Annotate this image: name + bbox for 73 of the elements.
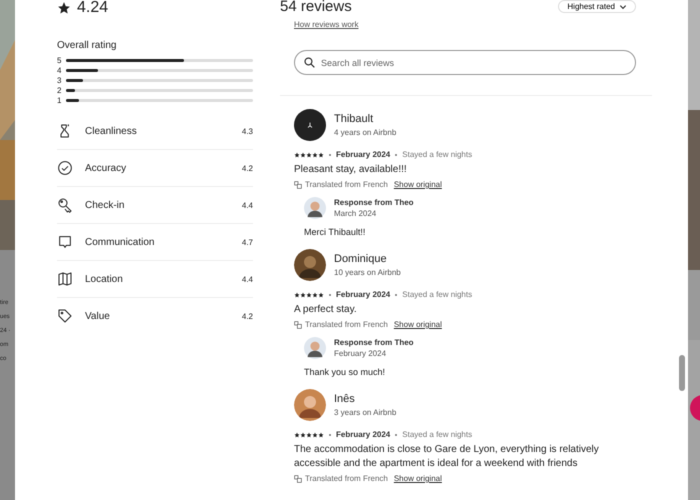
- translation-note: Translated from French: [305, 474, 388, 483]
- stay-length: Stayed a few nights: [402, 430, 472, 439]
- category-name: Location: [85, 274, 124, 284]
- rating-value: 4.24: [77, 0, 108, 17]
- review-date: February 2024: [336, 430, 390, 439]
- show-original-link[interactable]: Show original: [394, 180, 442, 189]
- overall-rating-label: Overall rating: [57, 40, 118, 51]
- scrollbar[interactable]: [679, 355, 685, 391]
- separator-dot: [329, 434, 331, 436]
- separator-dot: [395, 434, 398, 436]
- reviewer-tenure: 3 years on Airbnb: [334, 408, 396, 417]
- how-reviews-work-link[interactable]: How reviews work: [294, 20, 358, 29]
- stay-length: Stayed a few nights: [402, 150, 472, 159]
- review-date: February 2024: [336, 290, 390, 299]
- reviewer-name: Thibault: [334, 113, 374, 125]
- separator-dot: [395, 294, 398, 296]
- reviewer-tenure: 4 years on Airbnb: [334, 128, 396, 137]
- review-text: The accommodation is close to Gare de Lyon, everything is relatively accessible and the apartment is ideal for a weekend with friends: [294, 443, 600, 471]
- show-original-link[interactable]: Show original: [394, 320, 442, 329]
- category-score: 4.4: [242, 200, 253, 210]
- checkmark-circle-icon: [57, 160, 73, 176]
- star-icon: [57, 1, 71, 15]
- category-name: Value: [85, 310, 111, 322]
- chevron-down-icon: [619, 2, 627, 10]
- response-text: Thank you so much!: [304, 367, 386, 377]
- speech-bubble-icon: [57, 234, 73, 250]
- star-count-label: 1: [57, 96, 61, 104]
- translation-note: Translated from French: [305, 320, 388, 329]
- translate-icon: [294, 474, 302, 482]
- reviewer-name: Dominique: [334, 253, 388, 265]
- reviewer-name: Inês: [334, 393, 356, 405]
- category-name: Accuracy: [85, 162, 128, 174]
- review-date: February 2024: [336, 150, 390, 159]
- search-icon: [304, 57, 315, 68]
- avatar: [304, 197, 326, 219]
- translation-note: Translated from French: [305, 180, 388, 189]
- reviews-title: 54 reviews: [280, 0, 353, 14]
- translate-icon: [294, 180, 302, 188]
- star-count-label: 4: [57, 66, 61, 74]
- category-name: Cleanliness: [85, 126, 138, 136]
- key-icon: [57, 197, 73, 213]
- show-original-link[interactable]: Show original: [394, 474, 442, 483]
- avatar: [294, 389, 326, 421]
- map-icon: [57, 271, 73, 287]
- star-count-label: 5: [57, 56, 61, 64]
- separator-dot: [395, 154, 398, 156]
- response-title: Response from Theo: [334, 198, 414, 207]
- category-score: 4.2: [242, 164, 253, 172]
- category-score: 4.3: [242, 126, 253, 136]
- category-score: 4.4: [242, 274, 253, 284]
- sort-dropdown[interactable]: Highest rated: [558, 0, 636, 13]
- translate-icon: [294, 320, 302, 328]
- star-count-label: 2: [57, 86, 61, 94]
- separator-dot: [329, 294, 331, 296]
- avatar: [294, 249, 326, 281]
- review-text: A perfect stay.: [294, 303, 358, 317]
- response-title: Response from Theo: [334, 338, 414, 347]
- separator-dot: [329, 154, 331, 156]
- category-score: 4.7: [242, 238, 253, 246]
- response-date: March 2024: [334, 209, 378, 218]
- response-date: February 2024: [334, 349, 388, 358]
- tag-icon: [57, 308, 73, 324]
- stay-length: Stayed a few nights: [402, 290, 472, 299]
- reviewer-tenure: 10 years on Airbnb: [334, 268, 401, 277]
- category-name: Check-in: [85, 200, 126, 210]
- avatar: [294, 109, 326, 141]
- category-name: Communication: [85, 236, 156, 248]
- response-text: Merci Thibault!!: [304, 227, 366, 237]
- star-count-label: 3: [57, 76, 61, 84]
- category-score: 4.2: [242, 312, 253, 320]
- review-text: Pleasant stay, available!!!: [294, 163, 408, 177]
- avatar: [304, 337, 326, 359]
- search-field[interactable]: Search all reviews: [294, 50, 636, 75]
